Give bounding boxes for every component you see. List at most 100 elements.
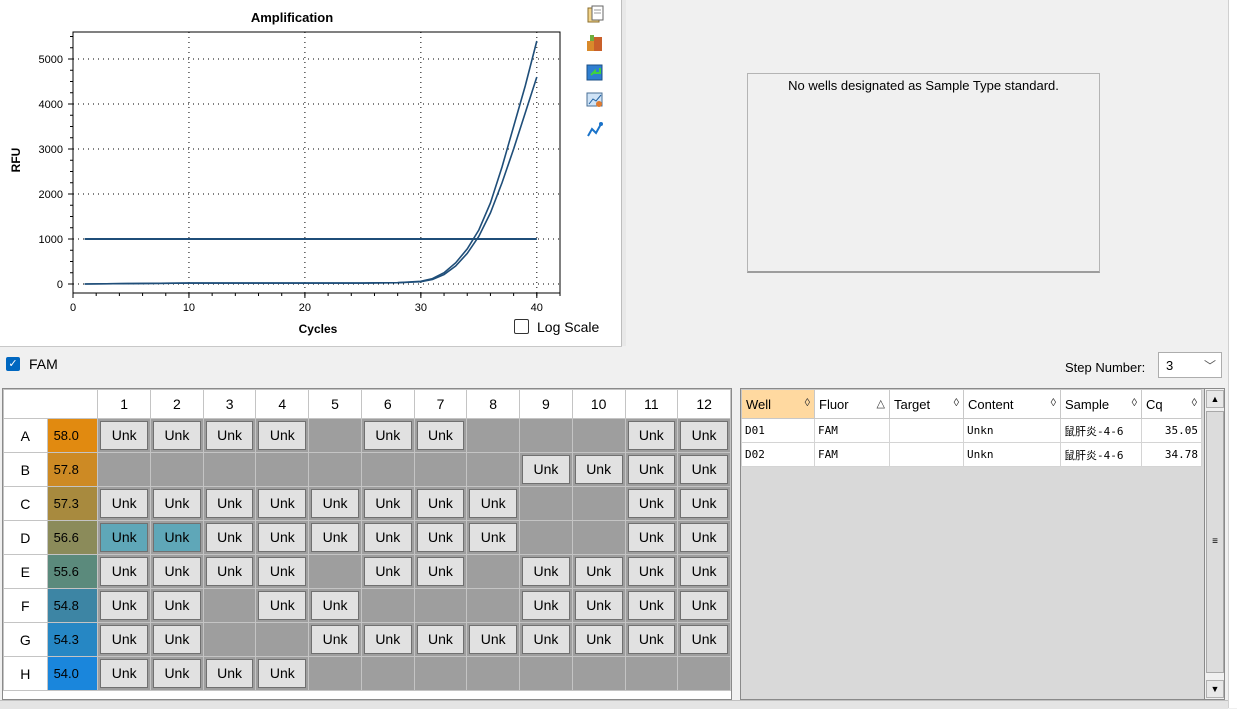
plate-well[interactable]: Unk [97, 418, 152, 453]
results-scrollbar[interactable]: ▲ ≡ ▼ [1204, 388, 1225, 700]
row-header[interactable]: A [3, 418, 48, 453]
plate-corner[interactable] [2, 389, 99, 419]
scroll-thumb[interactable]: ≡ [1206, 411, 1224, 673]
row-header[interactable]: C [3, 486, 48, 521]
plate-well[interactable]: Unk [150, 588, 204, 623]
plate-well[interactable]: Unk [624, 486, 679, 521]
column-header[interactable]: 6 [360, 389, 415, 419]
export-icon[interactable] [585, 33, 605, 53]
plate-well[interactable]: Unk [360, 418, 415, 453]
plate-well[interactable]: Unk [150, 486, 204, 521]
plate-well[interactable] [571, 418, 626, 453]
plate-well[interactable] [255, 452, 310, 487]
plate-well[interactable] [255, 622, 310, 657]
plate-well[interactable]: Unk [624, 452, 679, 487]
plate-well[interactable] [97, 452, 152, 487]
plate-well[interactable] [624, 656, 679, 691]
log-scale-checkbox[interactable] [514, 319, 529, 334]
column-header[interactable]: 8 [466, 389, 521, 419]
plate-well[interactable]: Unk [519, 622, 573, 657]
plate-well[interactable]: Unk [97, 622, 152, 657]
plate-well[interactable]: Unk [360, 622, 415, 657]
plate-well[interactable] [677, 656, 731, 691]
plate-well[interactable]: Unk [308, 622, 362, 657]
plate-well[interactable]: Unk [150, 656, 204, 691]
plate-well[interactable]: Unk [255, 554, 310, 589]
plate-well[interactable] [466, 554, 521, 589]
results-column-header[interactable]: Sample ◊ [1060, 389, 1142, 419]
plate-well[interactable]: Unk [677, 452, 731, 487]
plate-well[interactable] [360, 452, 415, 487]
plate-well[interactable]: Unk [624, 520, 679, 555]
plate-well[interactable]: Unk [360, 520, 415, 555]
column-header[interactable]: 9 [519, 389, 573, 419]
plate-well[interactable]: Unk [97, 554, 152, 589]
plate-well[interactable]: Unk [571, 622, 626, 657]
plate-well[interactable]: Unk [466, 622, 521, 657]
results-column-header[interactable]: Fluor △ [814, 389, 890, 419]
fam-checkbox[interactable]: ✓ [6, 357, 20, 371]
plate-well[interactable]: Unk [677, 588, 731, 623]
plate-well[interactable]: Unk [97, 486, 152, 521]
plate-well[interactable]: Unk [360, 486, 415, 521]
plate-well[interactable]: Unk [571, 588, 626, 623]
row-header[interactable]: B [3, 452, 48, 487]
plate-well[interactable]: Unk [677, 520, 731, 555]
column-header[interactable]: 11 [624, 389, 679, 419]
plate-well[interactable]: Unk [255, 520, 310, 555]
plate-well[interactable]: Unk [97, 520, 152, 555]
step-number-select[interactable]: 3 ﹀ [1158, 352, 1222, 378]
plate-well[interactable]: Unk [519, 452, 573, 487]
column-header[interactable]: 5 [308, 389, 362, 419]
plate-well[interactable]: Unk [624, 622, 679, 657]
refresh-icon[interactable] [585, 62, 605, 82]
plate-well[interactable] [413, 452, 468, 487]
plate-well[interactable] [308, 554, 362, 589]
row-header[interactable]: D [3, 520, 48, 555]
plate-well[interactable]: Unk [466, 520, 521, 555]
row-header[interactable]: F [3, 588, 48, 623]
table-row[interactable]: D02 FAM Unkn 鼠肝炎-4-6 34.78 [741, 442, 1202, 467]
plate-well[interactable]: Unk [571, 554, 626, 589]
row-header[interactable]: G [3, 622, 48, 657]
plate-well[interactable]: Unk [150, 520, 204, 555]
plate-well[interactable]: Unk [519, 588, 573, 623]
plate-well[interactable] [202, 622, 257, 657]
plate-well[interactable] [202, 588, 257, 623]
plate-well[interactable] [571, 520, 626, 555]
plate-well[interactable]: Unk [413, 520, 468, 555]
plate-well[interactable] [466, 656, 521, 691]
plate-well[interactable]: Unk [150, 418, 204, 453]
table-row[interactable]: D01 FAM Unkn 鼠肝炎-4-6 35.05 [741, 418, 1202, 443]
row-header[interactable]: E [3, 554, 48, 589]
plate-well[interactable]: Unk [466, 486, 521, 521]
plate-well[interactable] [571, 656, 626, 691]
plate-well[interactable] [413, 656, 468, 691]
plate-well[interactable]: Unk [677, 486, 731, 521]
plate-well[interactable] [413, 588, 468, 623]
plate-well[interactable] [360, 656, 415, 691]
column-header[interactable]: 1 [97, 389, 152, 419]
plate-well[interactable] [308, 452, 362, 487]
plate-well[interactable] [466, 418, 521, 453]
plate-well[interactable]: Unk [202, 520, 257, 555]
plate-well[interactable]: Unk [413, 622, 468, 657]
plate-well[interactable]: Unk [308, 588, 362, 623]
plate-well[interactable]: Unk [677, 622, 731, 657]
plate-well[interactable]: Unk [150, 622, 204, 657]
plate-well[interactable]: Unk [413, 486, 468, 521]
results-column-header[interactable]: Cq ◊ [1141, 389, 1202, 419]
column-header[interactable]: 2 [150, 389, 204, 419]
plate-well[interactable] [519, 520, 573, 555]
plate-well[interactable] [150, 452, 204, 487]
plate-well[interactable]: Unk [255, 418, 310, 453]
row-header[interactable]: H [3, 656, 48, 691]
chart-settings-icon[interactable] [585, 90, 605, 110]
plate-well[interactable] [519, 486, 573, 521]
trace-icon[interactable] [585, 120, 605, 140]
plate-well[interactable]: Unk [360, 554, 415, 589]
plate-well[interactable] [571, 486, 626, 521]
column-header[interactable]: 7 [413, 389, 468, 419]
plate-well[interactable] [519, 418, 573, 453]
scroll-up-icon[interactable]: ▲ [1206, 390, 1224, 408]
